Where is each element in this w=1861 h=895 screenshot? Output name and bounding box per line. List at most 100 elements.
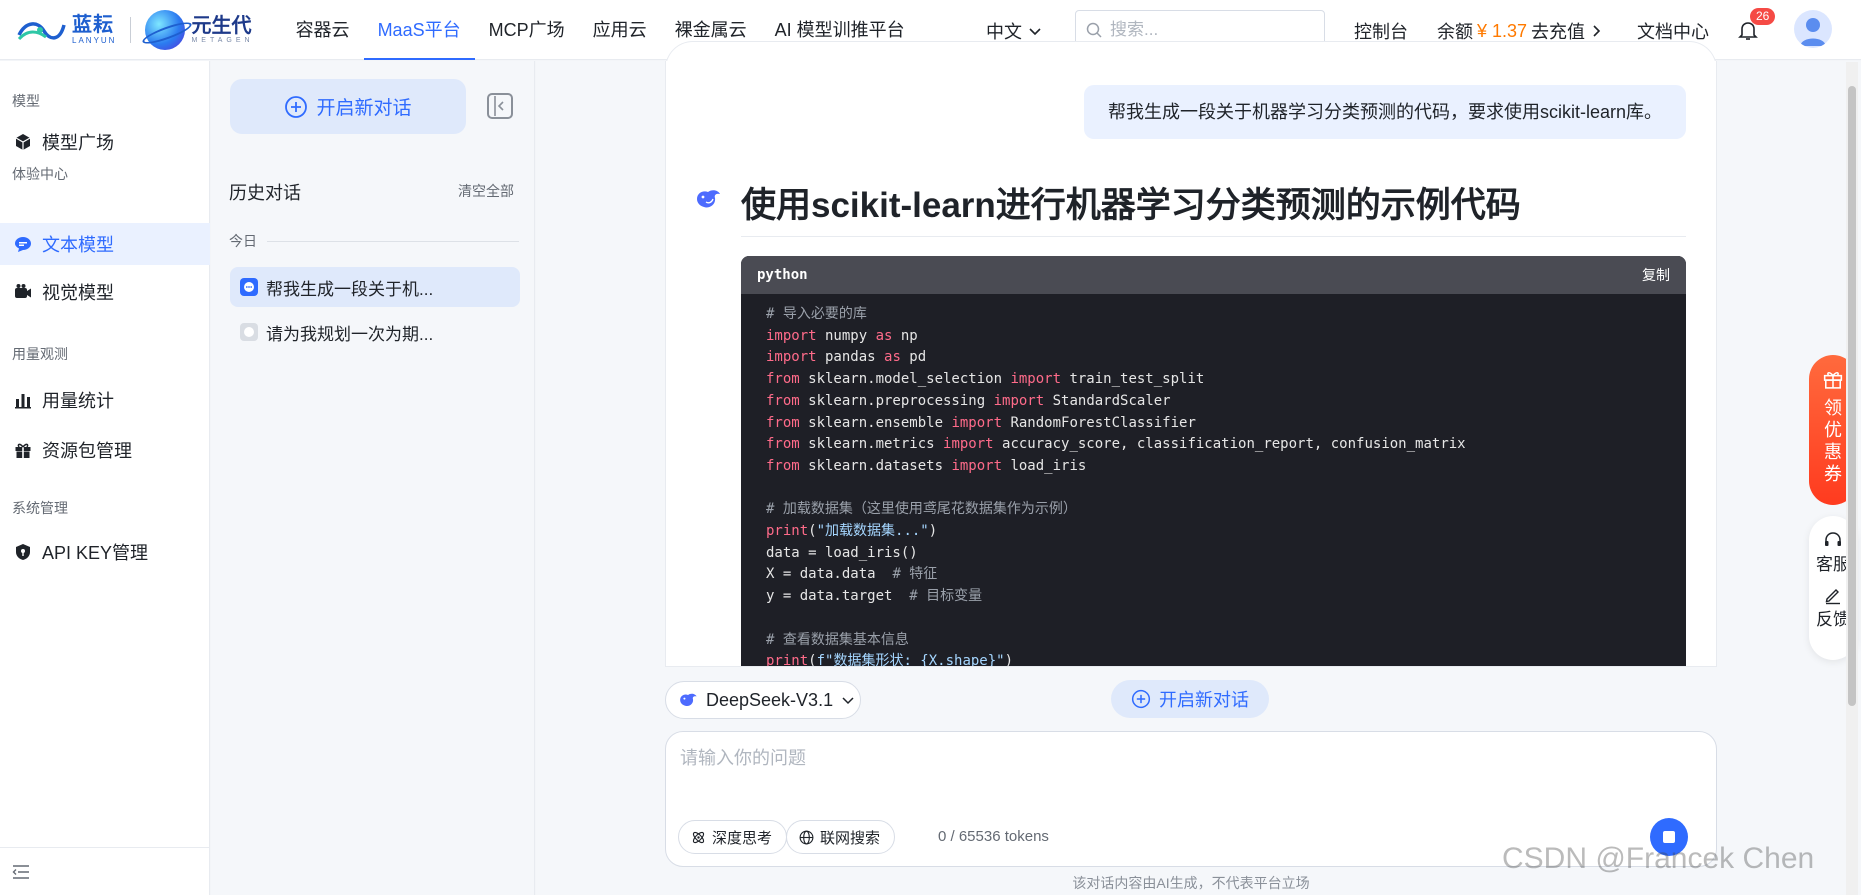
sidebar-item-label: 视觉模型 xyxy=(42,283,114,303)
today-label: 今日 xyxy=(229,233,257,249)
sidebar-item-label: 文本模型 xyxy=(42,235,114,255)
chat-main: 帮我生成一段关于机器学习分类预测的代码，要求使用scikit-learn库。 使… xyxy=(536,41,1861,895)
code-content[interactable]: # 导入必要的库 import numpy as np import panda… xyxy=(741,294,1686,666)
copy-code-button[interactable]: 复制 xyxy=(1642,265,1670,285)
sidebar-item-text-model[interactable]: 文本模型 xyxy=(0,223,210,265)
search-icon xyxy=(1086,22,1102,38)
sidebar-item-api-key[interactable]: API KEY管理 xyxy=(0,531,210,573)
plus-circle-icon xyxy=(285,95,308,118)
search-input[interactable] xyxy=(1110,20,1310,40)
menu-collapse-icon[interactable] xyxy=(12,863,30,881)
brand2-en: METAGEN xyxy=(191,36,254,44)
metagen-logo: 元生代 METAGEN xyxy=(145,9,254,50)
new-chat-button[interactable]: 开启新对话 xyxy=(230,79,466,134)
deep-think-label: 深度思考 xyxy=(712,829,773,847)
camera-icon xyxy=(14,283,32,301)
coupon-label: 领优惠券 xyxy=(1824,398,1842,484)
edit-pen-icon xyxy=(1825,589,1840,605)
web-search-label: 联网搜索 xyxy=(820,829,881,847)
notification-badge: 26 xyxy=(1750,8,1776,25)
lanyun-wordmark: 蓝耘 LANYUN xyxy=(72,14,116,45)
chevron-down-icon xyxy=(842,697,854,705)
gift-icon xyxy=(1823,371,1843,389)
sidebar-item-resource-packs[interactable]: 资源包管理 xyxy=(0,429,210,471)
logo-divider xyxy=(130,16,132,43)
cube-icon xyxy=(14,133,32,151)
history-item-label: 请为我规划一次为期... xyxy=(266,324,434,344)
atom-icon xyxy=(692,831,705,843)
balance-value: ¥ 1.37 xyxy=(1477,20,1528,41)
chevron-down-icon xyxy=(1029,28,1041,36)
left-sidebar: 模型 模型广场 体验中心 文本模型 视觉模型 用量观测 用量统计 资源包管理 系… xyxy=(0,61,210,895)
brand1-cn: 蓝耘 xyxy=(72,14,114,36)
user-message: 帮我生成一段关于机器学习分类预测的代码，要求使用scikit-learn库。 xyxy=(1083,85,1686,139)
brand2-cn: 元生代 xyxy=(191,14,252,37)
nav-mcp-square[interactable]: MCP广场 xyxy=(475,0,579,60)
scrollbar-thumb[interactable] xyxy=(1848,86,1856,706)
bar-chart-icon xyxy=(14,391,32,409)
clear-all-button[interactable]: 清空全部 xyxy=(458,181,514,201)
history-item[interactable]: 请为我规划一次为期... xyxy=(230,312,520,352)
logo[interactable]: 蓝耘 LANYUN 元生代 METAGEN xyxy=(16,0,254,60)
customer-service-button[interactable]: 客服 xyxy=(1816,530,1850,575)
brand1-en: LANYUN xyxy=(72,36,117,45)
question-input[interactable] xyxy=(680,744,1640,794)
lanyun-logo-icon xyxy=(17,21,66,40)
sidebar-item-model-square[interactable]: 模型广场 xyxy=(0,121,210,163)
sidebar-item-vision-model[interactable]: 视觉模型 xyxy=(0,271,210,313)
code-language: python xyxy=(757,267,808,283)
new-chat-pill-label: 开启新对话 xyxy=(1159,690,1249,710)
planet-icon xyxy=(145,9,186,50)
sidebar-group-experience: 体验中心 xyxy=(12,166,68,182)
model-name: DeepSeek-V3.1 xyxy=(706,689,834,710)
deepseek-whale-icon xyxy=(697,190,720,208)
sidebar-item-label: 资源包管理 xyxy=(42,441,132,461)
shield-key-icon xyxy=(14,543,32,561)
feedback-button[interactable]: 反馈 xyxy=(1816,585,1850,630)
model-selector[interactable]: DeepSeek-V3.1 xyxy=(665,681,861,719)
new-chat-pill-button[interactable]: 开启新对话 xyxy=(1111,680,1269,718)
collapse-panel-button[interactable] xyxy=(487,93,513,119)
sidebar-item-label: 用量统计 xyxy=(42,391,114,411)
code-header: python 复制 xyxy=(741,256,1686,294)
web-search-toggle[interactable]: 联网搜索 xyxy=(786,820,896,854)
user-avatar-icon xyxy=(1800,18,1826,46)
avatar[interactable] xyxy=(1794,10,1832,48)
feedback-label: 反馈 xyxy=(1816,610,1850,629)
history-item-label: 帮我生成一段关于机... xyxy=(266,279,434,299)
headset-icon xyxy=(1825,532,1841,546)
sidebar-item-label: 模型广场 xyxy=(42,133,114,153)
panel-collapse-icon xyxy=(494,96,504,116)
new-chat-label: 开启新对话 xyxy=(316,98,412,119)
gift-icon xyxy=(14,441,32,459)
deepseek-whale-icon xyxy=(680,693,697,707)
answer-title: 使用scikit-learn进行机器学习分类预测的示例代码 xyxy=(741,186,1521,225)
sidebar-item-label: API KEY管理 xyxy=(42,543,149,563)
sidebar-footer xyxy=(0,847,210,895)
history-title: 历史对话 xyxy=(229,183,301,203)
today-divider: 今日 xyxy=(229,231,519,251)
conversation-area[interactable]: 帮我生成一段关于机器学习分类预测的代码，要求使用scikit-learn库。 使… xyxy=(665,61,1717,667)
title-divider xyxy=(741,236,1686,237)
sidebar-group-model: 模型 xyxy=(12,93,40,109)
ai-disclaimer: 该对话内容由AI生成，不代表平台立场 xyxy=(1072,875,1310,891)
sidebar-item-usage-stats[interactable]: 用量统计 xyxy=(0,379,210,421)
deep-think-toggle[interactable]: 深度思考 xyxy=(678,820,788,854)
chat-bubble-icon xyxy=(14,235,32,253)
watermark: CSDN @Francek Chen xyxy=(1502,842,1815,875)
history-panel: 开启新对话 历史对话 清空全部 今日 帮我生成一段关于机... 请为我规划一次为… xyxy=(211,61,535,895)
sidebar-group-usage: 用量观测 xyxy=(12,346,68,362)
nav-app-cloud[interactable]: 应用云 xyxy=(579,0,661,60)
nav-maas-platform[interactable]: MaaS平台 xyxy=(363,0,475,60)
plus-circle-icon xyxy=(1131,689,1151,709)
globe-icon xyxy=(799,830,814,844)
chat-bubble-icon xyxy=(240,278,258,296)
nav-container-cloud[interactable]: 容器云 xyxy=(282,0,364,60)
code-block: python 复制 # 导入必要的库 import numpy as np im… xyxy=(741,256,1686,666)
history-item[interactable]: 帮我生成一段关于机... xyxy=(230,267,520,307)
chevron-right-icon xyxy=(1593,25,1601,37)
sidebar-group-system: 系统管理 xyxy=(12,500,68,516)
chat-bubble-icon xyxy=(240,323,258,341)
token-counter: 0 / 65536 tokens xyxy=(938,828,1049,845)
service-label: 客服 xyxy=(1816,555,1850,574)
